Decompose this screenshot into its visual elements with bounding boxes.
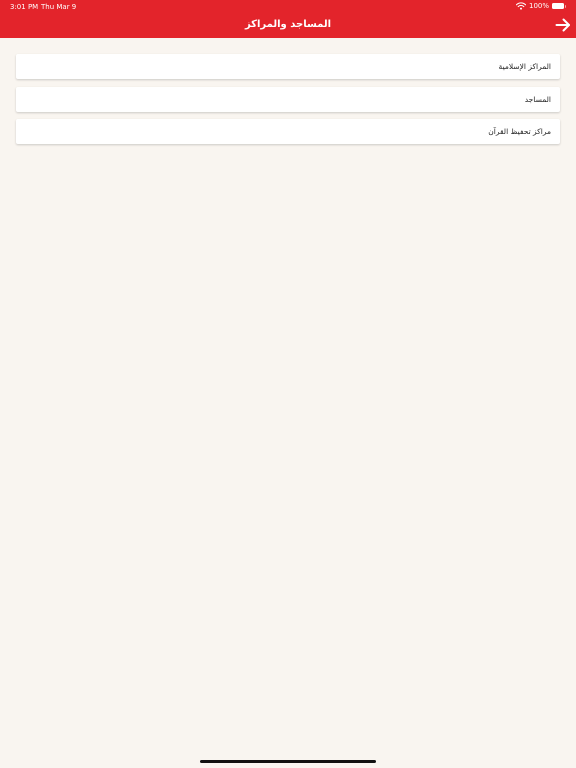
status-bar: 3:01 PM Thu Mar 9 100% [0,0,576,14]
list-item-mosques[interactable]: المساجد [16,86,560,112]
list-item-label: المراكز الإسلامية [498,62,551,71]
status-time: 3:01 PM [10,3,39,11]
back-button[interactable] [554,16,572,34]
list-item-label: المساجد [524,94,551,104]
arrow-right-icon [554,16,572,34]
list-item-quran-centers[interactable]: مراكز تحفيظ القرآن [16,119,560,144]
status-indicators: 100% [515,2,566,10]
wifi-icon [515,2,526,10]
status-date: Thu Mar 9 [41,3,77,11]
list-item-islamic-centers[interactable]: المراكز الإسلامية [16,54,560,79]
home-indicator[interactable] [200,760,376,763]
page-title: المساجد والمراكز [244,19,332,30]
list-item-label: مراكز تحفيظ القرآن [488,127,551,136]
battery-percent: 100% [528,2,549,10]
nav-header: 3:01 PM Thu Mar 9 100% المساجد والمراكز [0,0,576,38]
battery-icon [552,3,566,9]
category-list: المراكز الإسلامية المساجد مراكز تحفيظ ال… [16,54,560,152]
